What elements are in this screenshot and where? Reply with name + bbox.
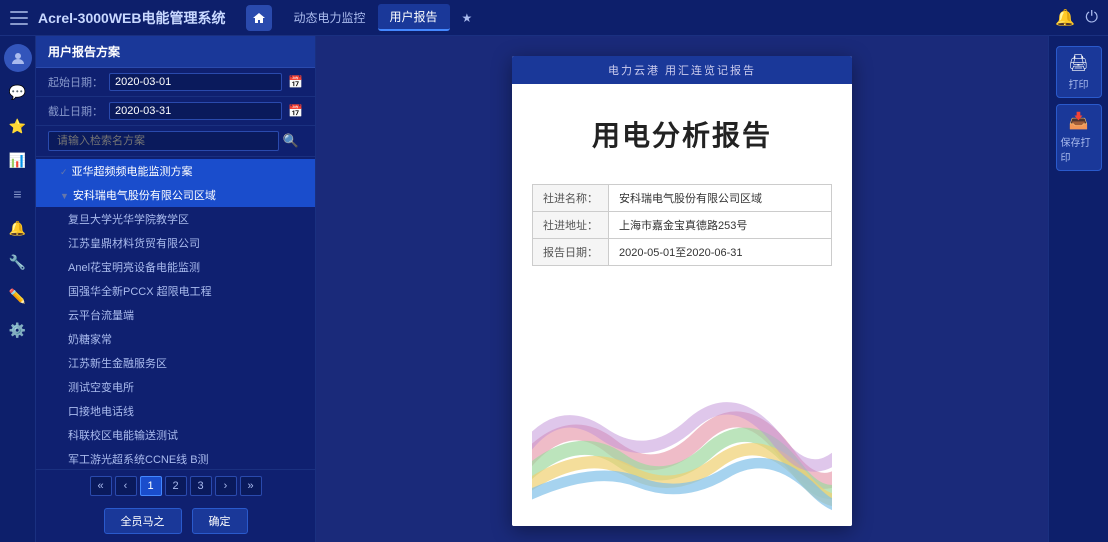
main-content: 电力云港 用汇连览记报告 用电分析报告 社进名称： 安科瑞电气股份有限公司区域 … bbox=[316, 36, 1048, 542]
end-date-label: 截止日期： bbox=[48, 103, 103, 119]
search-row: 🔍 bbox=[36, 126, 315, 157]
pagination: « ‹ 1 2 3 › » bbox=[36, 469, 315, 502]
tree-item-9[interactable]: 测试空变电所 bbox=[36, 375, 315, 399]
page-first-button[interactable]: « bbox=[90, 476, 112, 496]
info-label-2: 报告日期： bbox=[533, 239, 609, 266]
page-next-button[interactable]: › bbox=[215, 476, 237, 496]
start-date-input[interactable] bbox=[109, 73, 282, 91]
bell-sidebar-icon[interactable]: 🔔 bbox=[4, 214, 32, 242]
report-body: 用电分析报告 社进名称： 安科瑞电气股份有限公司区域 社进地址： 上海市嘉金宝真… bbox=[512, 84, 852, 526]
print-icon: 🖨 bbox=[1068, 53, 1088, 73]
main-layout: 💬 ⭐ 📊 ≡ 🔔 🔧 ✏️ ⚙️ 用户报告方案 起始日期： 📅 截止日期： 📅… bbox=[0, 36, 1108, 542]
nav-item-report[interactable]: 用户报告 bbox=[378, 4, 450, 31]
user-avatar[interactable] bbox=[4, 44, 32, 72]
tree-item-3[interactable]: 江苏皇鼎材料货贸有限公司 bbox=[36, 231, 315, 255]
topbar: Acrel-3000WEB电能管理系统 动态电力监控 用户报告 ★ 🔔 ⏻ bbox=[0, 0, 1108, 36]
topbar-nav: 动态电力监控 用户报告 ★ bbox=[282, 4, 1056, 31]
end-date-input[interactable] bbox=[109, 102, 282, 120]
list-icon[interactable]: ≡ bbox=[4, 180, 32, 208]
tree-item-11[interactable]: 科联校区电能输送测试 bbox=[36, 423, 315, 447]
report-title: 用电分析报告 bbox=[592, 114, 772, 154]
info-label-1: 社进地址： bbox=[533, 212, 609, 239]
nav-item-star[interactable]: ★ bbox=[450, 7, 485, 29]
app-title: Acrel-3000WEB电能管理系统 bbox=[38, 8, 226, 28]
info-value-0: 安科瑞电气股份有限公司区域 bbox=[609, 185, 832, 212]
download-button[interactable]: 📥 保存打印 bbox=[1056, 104, 1102, 171]
info-value-1: 上海市嘉金宝真德路253号 bbox=[609, 212, 832, 239]
tree-item-7[interactable]: 奶糖家常 bbox=[36, 327, 315, 351]
tree-item-4[interactable]: Anel花宝明亮设备电能监测 bbox=[36, 255, 315, 279]
preview-button[interactable]: 全员马之 bbox=[104, 508, 182, 534]
report-info-table: 社进名称： 安科瑞电气股份有限公司区域 社进地址： 上海市嘉金宝真德路253号 … bbox=[532, 184, 832, 266]
search-input[interactable] bbox=[48, 131, 279, 151]
print-label: 打印 bbox=[1069, 76, 1089, 91]
tree-item-2[interactable]: 复旦大学光华学院教学区 bbox=[36, 207, 315, 231]
tree-item-10[interactable]: 口接地电话线 bbox=[36, 399, 315, 423]
download-label: 保存打印 bbox=[1061, 134, 1097, 164]
topbar-right: 🔔 ⏻ bbox=[1055, 8, 1098, 28]
wave-decoration bbox=[532, 286, 832, 516]
print-button[interactable]: 🖨 打印 bbox=[1056, 46, 1102, 98]
tree-item-6[interactable]: 云平台流量端 bbox=[36, 303, 315, 327]
power-icon[interactable]: ⏻ bbox=[1085, 9, 1098, 27]
info-label-0: 社进名称： bbox=[533, 185, 609, 212]
left-panel: 用户报告方案 起始日期： 📅 截止日期： 📅 🔍 ✓亚华超频频电能监测方案 ▼安… bbox=[36, 36, 316, 542]
tree-item-1[interactable]: ▼安科瑞电气股份有限公司区域 bbox=[36, 183, 315, 207]
start-date-row: 起始日期： 📅 bbox=[36, 68, 315, 97]
download-icon: 📥 bbox=[1069, 111, 1089, 131]
report-top-bar: 电力云港 用汇连览记报告 bbox=[512, 56, 852, 84]
start-date-calendar-icon[interactable]: 📅 bbox=[288, 75, 303, 89]
hamburger-menu-icon[interactable] bbox=[10, 11, 28, 25]
table-row: 社进名称： 安科瑞电气股份有限公司区域 bbox=[533, 185, 832, 212]
end-date-row: 截止日期： 📅 bbox=[36, 97, 315, 126]
tree-item-5[interactable]: 国强华全新PCCX 超限电工程 bbox=[36, 279, 315, 303]
table-row: 报告日期： 2020-05-01至2020-06-31 bbox=[533, 239, 832, 266]
page-2-button[interactable]: 2 bbox=[165, 476, 187, 496]
page-1-button[interactable]: 1 bbox=[140, 476, 162, 496]
home-button[interactable] bbox=[246, 5, 272, 31]
tree-item-12[interactable]: 军工游光超系统CCNE线 B测 bbox=[36, 447, 315, 469]
search-button[interactable]: 🔍 bbox=[279, 131, 303, 151]
page-last-button[interactable]: » bbox=[240, 476, 262, 496]
tool-icon[interactable]: 🔧 bbox=[4, 248, 32, 276]
star-icon[interactable]: ⭐ bbox=[4, 112, 32, 140]
table-row: 社进地址： 上海市嘉金宝真德路253号 bbox=[533, 212, 832, 239]
panel-header: 用户报告方案 bbox=[36, 36, 315, 68]
bell-icon[interactable]: 🔔 bbox=[1055, 8, 1075, 28]
tree-item-0[interactable]: ✓亚华超频频电能监测方案 bbox=[36, 159, 315, 183]
bar-chart-icon[interactable]: 📊 bbox=[4, 146, 32, 174]
right-panel: 🖨 打印 📥 保存打印 bbox=[1048, 36, 1108, 542]
report-card: 电力云港 用汇连览记报告 用电分析报告 社进名称： 安科瑞电气股份有限公司区域 … bbox=[512, 56, 852, 526]
bottom-buttons: 全员马之 确定 bbox=[36, 502, 315, 542]
nav-item-monitor[interactable]: 动态电力监控 bbox=[282, 5, 378, 30]
sidebar-icons: 💬 ⭐ 📊 ≡ 🔔 🔧 ✏️ ⚙️ bbox=[0, 36, 36, 542]
settings-icon[interactable]: ⚙️ bbox=[4, 316, 32, 344]
confirm-button[interactable]: 确定 bbox=[192, 508, 248, 534]
tree-area: ✓亚华超频频电能监测方案 ▼安科瑞电气股份有限公司区域 复旦大学光华学院教学区 … bbox=[36, 157, 315, 469]
tree-item-8[interactable]: 江苏新生金融服务区 bbox=[36, 351, 315, 375]
chat-icon[interactable]: 💬 bbox=[4, 78, 32, 106]
edit-icon[interactable]: ✏️ bbox=[4, 282, 32, 310]
info-value-2: 2020-05-01至2020-06-31 bbox=[609, 239, 832, 266]
end-date-calendar-icon[interactable]: 📅 bbox=[288, 104, 303, 118]
page-3-button[interactable]: 3 bbox=[190, 476, 212, 496]
page-prev-button[interactable]: ‹ bbox=[115, 476, 137, 496]
start-date-label: 起始日期： bbox=[48, 74, 103, 90]
